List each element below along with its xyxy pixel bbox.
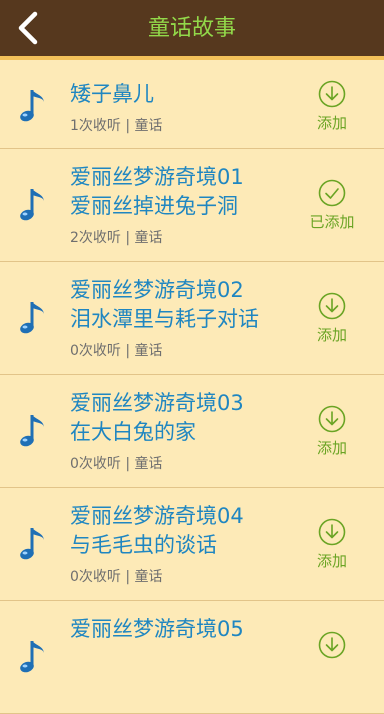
story-meta: 0次收听 | 童话 — [70, 456, 163, 472]
story-text: 爱丽丝梦游奇境02 泪水潭里与耗子对话 0次收听 | 童话 — [70, 276, 290, 360]
story-title: 爱丽丝梦游奇境01 — [70, 165, 244, 189]
add-label: 添加 — [316, 552, 347, 570]
add-button[interactable]: 添加 — [300, 80, 364, 133]
story-text: 爱丽丝梦游奇境03 在大白兔的家 0次收听 | 童话 — [70, 389, 290, 473]
story-subtitle: 在大白兔的家 — [70, 420, 196, 444]
download-circle-icon — [318, 518, 346, 546]
add-button[interactable]: 添加 — [300, 292, 364, 345]
check-circle-icon — [318, 179, 346, 207]
story-subtitle: 与毛毛虫的谈话 — [70, 533, 217, 557]
download-circle-icon — [318, 631, 346, 659]
story-title: 爱丽丝梦游奇境04 — [70, 504, 244, 528]
download-circle-icon — [318, 292, 346, 320]
story-title: 爱丽丝梦游奇境02 — [70, 278, 244, 302]
story-text: 矮子鼻儿 1次收听 | 童话 — [70, 80, 290, 135]
app-header: 童话故事 — [0, 0, 384, 60]
music-note-icon — [20, 415, 44, 447]
story-meta: 1次收听 | 童话 — [70, 118, 163, 134]
story-meta: 0次收听 | 童话 — [70, 569, 163, 585]
story-text: 爱丽丝梦游奇境04 与毛毛虫的谈话 0次收听 | 童话 — [70, 502, 290, 586]
download-circle-icon — [318, 405, 346, 433]
added-label: 已添加 — [309, 213, 355, 231]
add-label: 添加 — [316, 114, 347, 132]
story-subtitle: 泪水潭里与耗子对话 — [70, 307, 259, 331]
story-list[interactable]: 矮子鼻儿 1次收听 | 童话 添加 爱丽丝梦游奇境01 爱丽丝掉进兔子洞 2次收… — [0, 64, 384, 714]
music-note-icon — [20, 302, 44, 334]
page-title: 童话故事 — [147, 16, 236, 41]
add-label: 添加 — [316, 439, 347, 457]
list-item[interactable]: 爱丽丝梦游奇境01 爱丽丝掉进兔子洞 2次收听 | 童话 已添加 — [0, 149, 384, 262]
list-item[interactable]: 矮子鼻儿 1次收听 | 童话 添加 — [0, 64, 384, 149]
list-item[interactable]: 爱丽丝梦游奇境05 — [0, 601, 384, 714]
download-circle-icon — [318, 80, 346, 108]
add-button[interactable]: 添加 — [300, 405, 364, 458]
story-title: 矮子鼻儿 — [70, 82, 154, 106]
music-note-icon — [20, 641, 44, 673]
music-note-icon — [20, 189, 44, 221]
list-item[interactable]: 爱丽丝梦游奇境03 在大白兔的家 0次收听 | 童话 添加 — [0, 375, 384, 488]
list-item[interactable]: 爱丽丝梦游奇境04 与毛毛虫的谈话 0次收听 | 童话 添加 — [0, 488, 384, 601]
music-note-icon — [20, 528, 44, 560]
story-text: 爱丽丝梦游奇境01 爱丽丝掉进兔子洞 2次收听 | 童话 — [70, 163, 290, 247]
add-button[interactable]: 添加 — [300, 518, 364, 571]
add-button[interactable] — [300, 631, 364, 659]
story-meta: 0次收听 | 童话 — [70, 343, 163, 359]
list-item[interactable]: 爱丽丝梦游奇境02 泪水潭里与耗子对话 0次收听 | 童话 添加 — [0, 262, 384, 375]
music-note-icon — [20, 90, 44, 122]
add-label: 添加 — [316, 326, 347, 344]
story-subtitle: 爱丽丝掉进兔子洞 — [70, 194, 238, 218]
story-title: 爱丽丝梦游奇境03 — [70, 391, 244, 415]
added-button[interactable]: 已添加 — [300, 179, 364, 232]
story-meta: 2次收听 | 童话 — [70, 230, 163, 246]
